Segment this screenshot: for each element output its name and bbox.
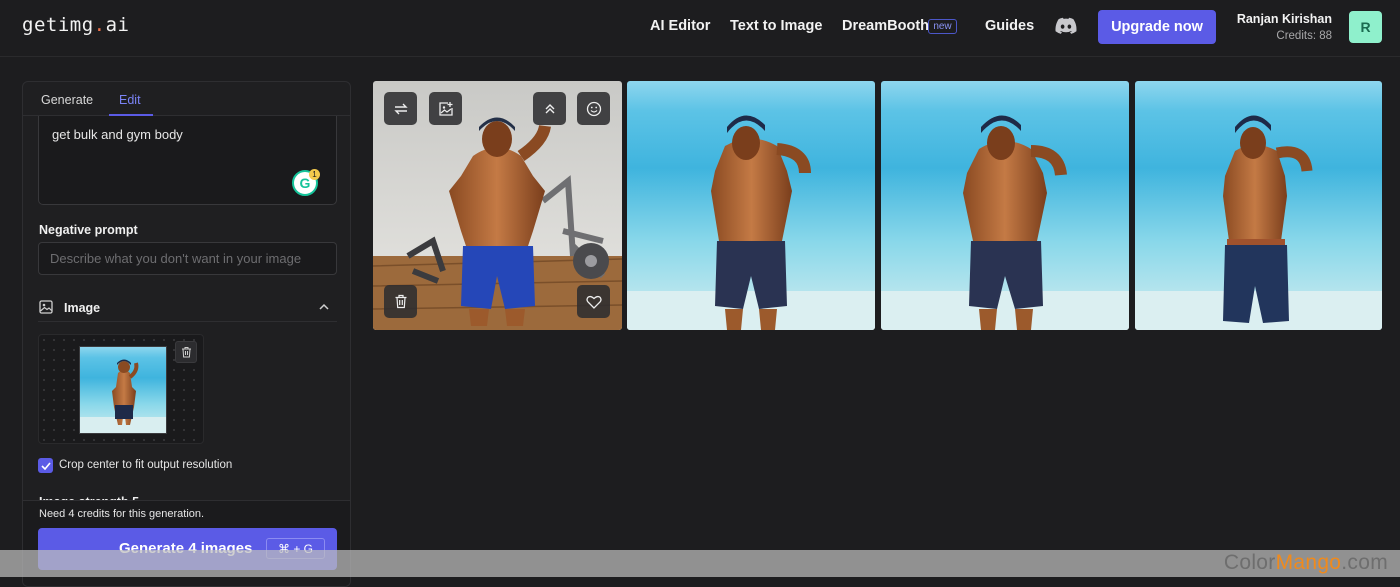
chevron-up-icon[interactable] xyxy=(318,302,330,312)
watermark-band: ColorMango.com xyxy=(0,550,1400,577)
face-fix-button[interactable] xyxy=(577,92,610,125)
logo[interactable]: getimg.ai xyxy=(22,14,129,36)
favorite-button[interactable] xyxy=(577,285,610,318)
trash-icon xyxy=(181,347,191,358)
nav-ai-editor[interactable]: AI Editor xyxy=(650,18,710,34)
result-image-4-art xyxy=(1135,81,1382,330)
image-drop-zone[interactable] xyxy=(38,334,204,444)
delete-button[interactable] xyxy=(384,285,417,318)
nav-text-to-image[interactable]: Text to Image xyxy=(730,18,822,34)
crop-center-label: Crop center to fit output resolution xyxy=(59,459,233,471)
image-section-label: Image xyxy=(64,301,101,315)
check-icon xyxy=(40,461,51,470)
upscale-button[interactable] xyxy=(533,92,566,125)
logo-suffix: ai xyxy=(105,14,130,36)
uploaded-image-thumbnail-art xyxy=(80,347,166,433)
crop-center-checkbox[interactable] xyxy=(38,458,53,473)
image-section-header[interactable]: Image xyxy=(38,294,337,322)
prompt-input[interactable]: get bulk and gym body G 1 xyxy=(38,116,337,205)
discord-icon[interactable] xyxy=(1055,17,1077,35)
logo-text: getimg xyxy=(22,14,94,36)
upgrade-button[interactable]: Upgrade now xyxy=(1098,10,1216,44)
credits-needed-note: Need 4 credits for this generation. xyxy=(39,508,205,520)
tab-generate[interactable]: Generate xyxy=(41,93,93,107)
grammarly-count-badge: 1 xyxy=(309,169,320,180)
use-as-input-button[interactable] xyxy=(429,92,462,125)
logo-dot: . xyxy=(93,14,106,36)
heart-icon xyxy=(585,295,602,309)
nav-guides[interactable]: Guides xyxy=(985,18,1034,34)
top-header: getimg.ai AI Editor Text to Image DreamB… xyxy=(0,0,1400,57)
new-badge: new xyxy=(928,19,957,34)
prompt-text: get bulk and gym body xyxy=(52,127,183,142)
result-image-3-art xyxy=(881,81,1129,330)
variation-button[interactable] xyxy=(384,92,417,125)
result-image-2-art xyxy=(627,81,875,330)
negative-prompt-input[interactable] xyxy=(38,242,337,275)
watermark-part-1: Color xyxy=(1223,551,1276,574)
uploaded-image-thumbnail xyxy=(79,346,167,434)
avatar[interactable]: R xyxy=(1349,11,1382,43)
image-icon xyxy=(39,300,53,314)
watermark-part-2: Mango xyxy=(1275,551,1342,574)
face-icon xyxy=(586,101,601,116)
tab-edit[interactable]: Edit xyxy=(119,93,141,107)
edit-panel: Generate Edit get bulk and gym body G 1 … xyxy=(22,81,351,587)
watermark-part-3: .com xyxy=(1341,551,1388,574)
result-image-2[interactable] xyxy=(627,81,875,330)
image-plus-icon xyxy=(438,101,453,116)
user-name: Ranjan Kirishan xyxy=(1236,12,1332,26)
remove-image-button[interactable] xyxy=(175,341,197,363)
credits-count: Credits: 88 xyxy=(1276,30,1332,42)
negative-prompt-label: Negative prompt xyxy=(39,223,138,237)
upscale-icon xyxy=(545,103,554,113)
result-image-4[interactable] xyxy=(1135,81,1382,330)
result-image-1[interactable] xyxy=(373,81,622,330)
watermark-text: ColorMango.com xyxy=(1224,551,1388,575)
mode-tabs: Generate Edit xyxy=(23,82,350,116)
swap-icon xyxy=(393,103,408,114)
trash-icon xyxy=(395,294,406,309)
result-image-3[interactable] xyxy=(881,81,1129,330)
nav-dreambooth[interactable]: DreamBooth xyxy=(842,18,929,34)
